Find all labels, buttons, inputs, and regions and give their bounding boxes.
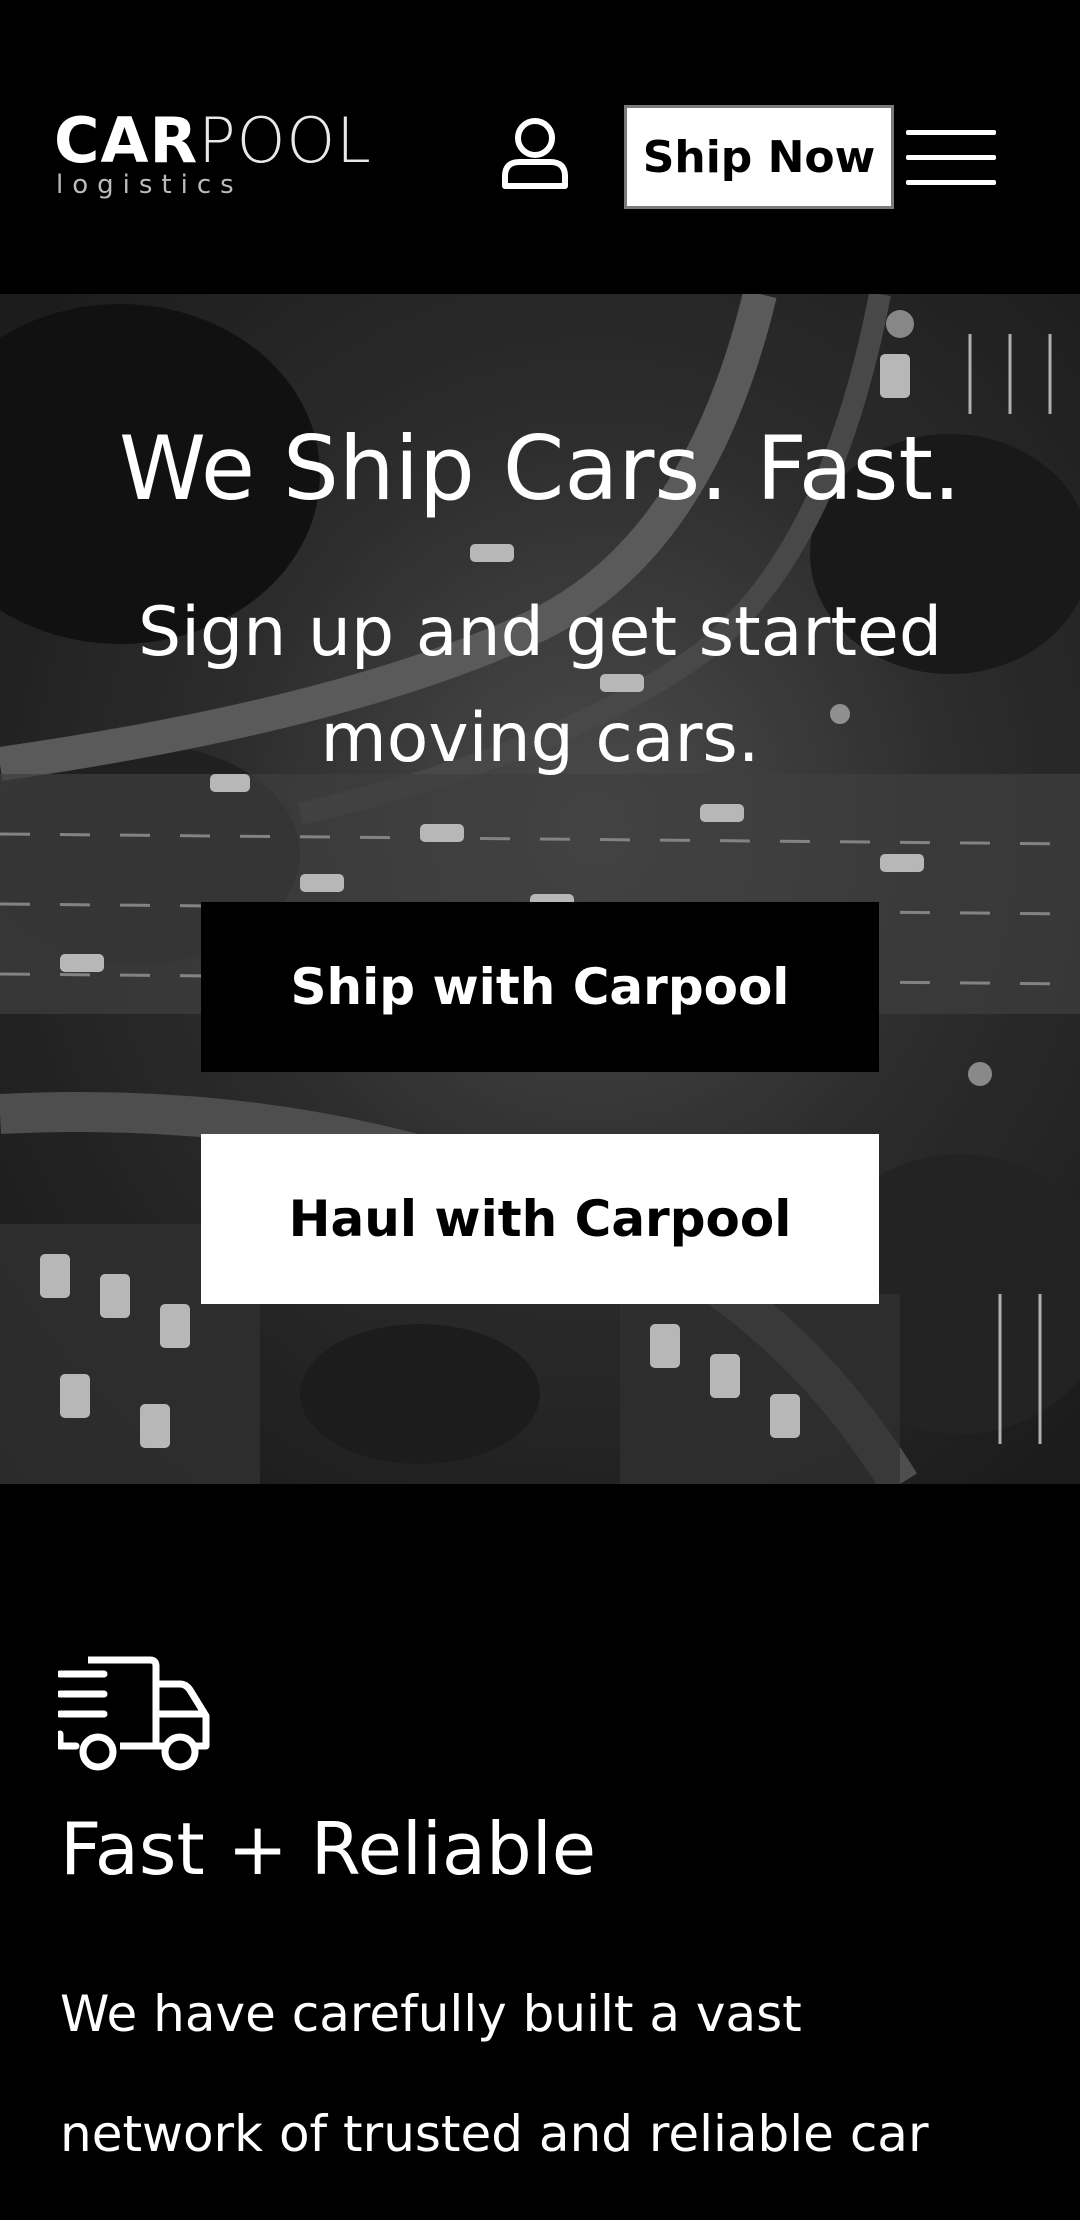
feature-body-text: We have carefully built a vast network o… [60, 1985, 929, 2163]
feature-title: Fast + Reliable [60, 1807, 596, 1891]
delivery-truck-icon [56, 1654, 212, 1774]
feature-section: Fast + Reliable We have carefully built … [0, 1484, 1080, 2220]
haul-with-carpool-button[interactable]: Haul with Carpool [201, 1134, 879, 1304]
logo-subtitle: logistics [56, 170, 243, 200]
logo-word-car: CAR [54, 104, 199, 177]
carpool-logo[interactable]: CARPOOL logistics [54, 108, 404, 204]
logo-word-pool: POOL [198, 104, 372, 177]
logo-wordmark: CARPOOL [54, 108, 372, 174]
user-icon[interactable] [500, 116, 570, 190]
site-header: CARPOOL logistics Ship Now [0, 0, 1080, 294]
hero-subtitle: Sign up and get started moving cars. [137, 593, 942, 778]
ship-now-button[interactable]: Ship Now [624, 105, 894, 209]
ship-with-carpool-button[interactable]: Ship with Carpool [201, 902, 879, 1072]
hamburger-menu-icon[interactable] [906, 130, 996, 186]
hero-title: We Ship Cars. Fast. [118, 417, 961, 520]
hero-section: We Ship Cars. Fast. Sign up and get star… [0, 294, 1080, 1484]
